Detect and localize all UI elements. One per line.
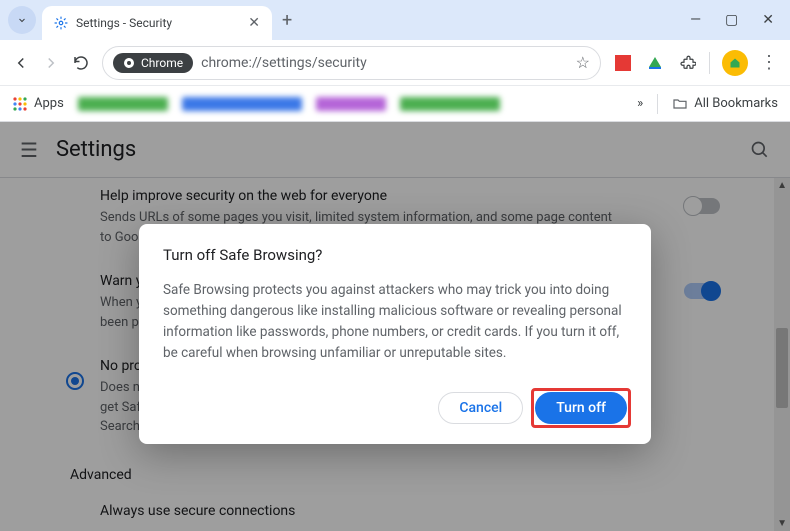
apps-grid-icon: [12, 96, 28, 112]
close-tab-button[interactable]: ✕: [248, 15, 260, 31]
site-chip[interactable]: Chrome: [113, 53, 193, 73]
apps-shortcut[interactable]: Apps: [12, 96, 64, 112]
extension-icon-2[interactable]: [645, 53, 665, 73]
folder-icon: [672, 96, 688, 112]
apps-label: Apps: [34, 96, 64, 111]
extensions-button[interactable]: [677, 53, 697, 73]
dialog-body: Safe Browsing protects you against attac…: [163, 280, 627, 364]
tab-title: Settings - Security: [76, 16, 240, 30]
search-tabs-button[interactable]: [8, 6, 36, 34]
gear-icon: [54, 16, 68, 30]
close-window-button[interactable]: ✕: [762, 12, 774, 28]
address-bar[interactable]: Chrome chrome://settings/security ☆: [102, 46, 601, 80]
dialog-title: Turn off Safe Browsing?: [163, 246, 627, 264]
reload-button[interactable]: [72, 54, 90, 72]
all-bookmarks-button[interactable]: All Bookmarks: [672, 96, 778, 112]
new-tab-button[interactable]: +: [282, 10, 292, 31]
bookmarks-overflow-button[interactable]: »: [637, 96, 643, 111]
separator: [657, 94, 658, 114]
bookmark-item[interactable]: [316, 97, 386, 111]
browser-toolbar: Chrome chrome://settings/security ☆ ⋮: [0, 40, 790, 86]
maximize-button[interactable]: ▢: [725, 12, 738, 28]
bookmark-item[interactable]: [400, 97, 500, 111]
bookmark-item[interactable]: [78, 97, 168, 111]
extension-icon-1[interactable]: [613, 53, 633, 73]
chevron-down-icon: [16, 14, 28, 26]
bookmarks-bar: Apps » All Bookmarks: [0, 86, 790, 122]
bookmark-star-button[interactable]: ☆: [576, 53, 590, 72]
safe-browsing-dialog: Turn off Safe Browsing? Safe Browsing pr…: [139, 224, 651, 444]
minimize-button[interactable]: —: [690, 12, 701, 28]
toolbar-separator: [709, 52, 710, 74]
back-button[interactable]: [12, 54, 30, 72]
chrome-menu-button[interactable]: ⋮: [760, 52, 778, 73]
url-text: chrome://settings/security: [201, 55, 568, 71]
cancel-button[interactable]: Cancel: [438, 392, 523, 424]
modal-overlay: Turn off Safe Browsing? Safe Browsing pr…: [0, 122, 790, 531]
home-icon: [729, 57, 741, 69]
browser-tab[interactable]: Settings - Security ✕: [42, 6, 272, 40]
turn-off-button[interactable]: Turn off: [535, 392, 627, 424]
profile-avatar[interactable]: [722, 50, 748, 76]
window-titlebar: Settings - Security ✕ + — ▢ ✕: [0, 0, 790, 40]
forward-button[interactable]: [42, 54, 60, 72]
bookmark-item[interactable]: [182, 97, 302, 111]
chrome-logo-icon: [123, 57, 135, 69]
